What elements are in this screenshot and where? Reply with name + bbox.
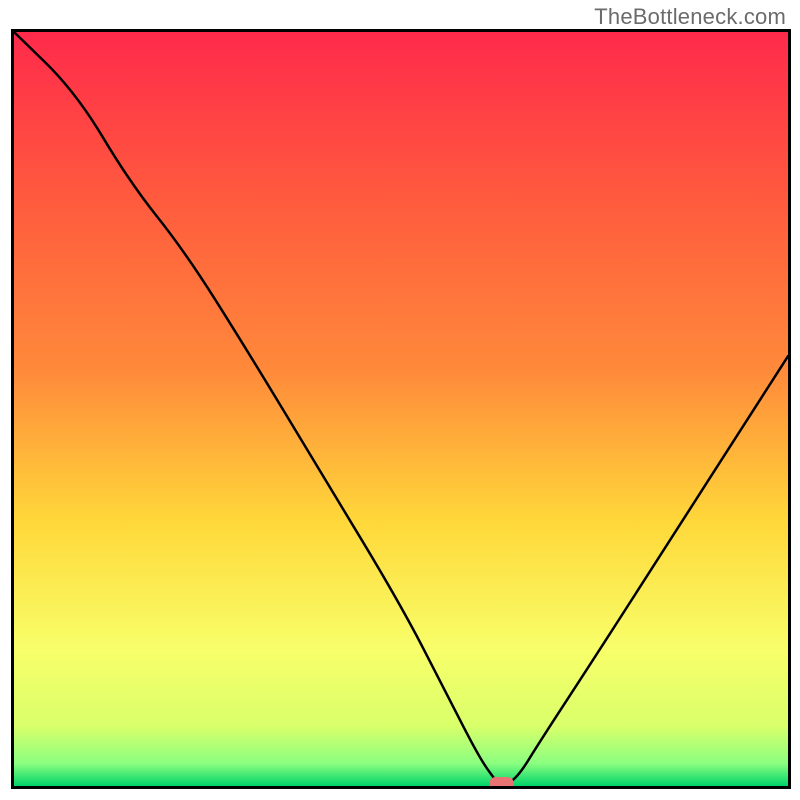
bottleneck-chart — [11, 29, 791, 789]
chart-svg — [14, 32, 788, 786]
attribution-text: TheBottleneck.com — [594, 4, 786, 30]
chart-background-gradient — [14, 32, 788, 786]
optimal-point-marker — [490, 777, 514, 786]
